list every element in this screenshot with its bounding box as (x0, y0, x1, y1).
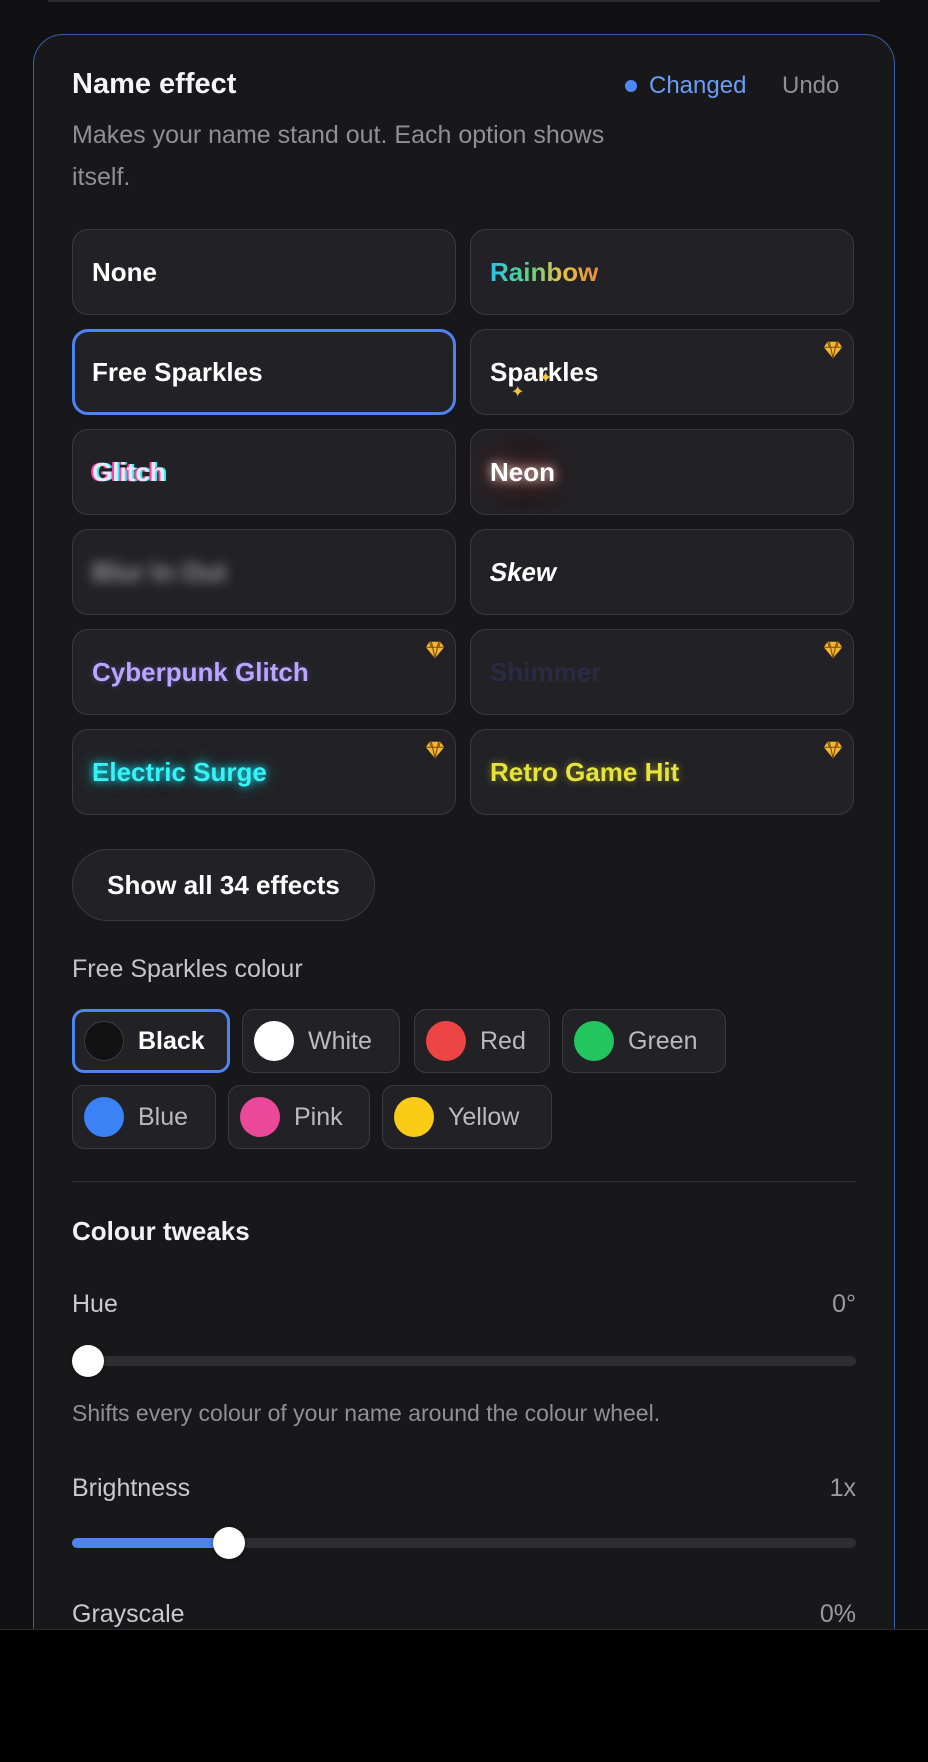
effect-label: Shimmer (490, 656, 602, 687)
effect-option[interactable]: Electric Surge (72, 729, 456, 815)
colour-swatch (84, 1097, 124, 1137)
effect-label: Neon (490, 456, 555, 487)
gem-icon (822, 639, 844, 661)
grayscale-value: 0% (819, 1600, 856, 1628)
gem-icon (822, 739, 844, 761)
colour-chip-label: Yellow (448, 1102, 520, 1131)
changed-label: Changed (649, 72, 747, 99)
effect-option[interactable]: Retro Game Hit (470, 729, 854, 815)
hue-hint: Shifts every colour of your name around … (72, 1400, 661, 1426)
colour-chip-label: White (308, 1026, 372, 1055)
colour-chip-label: Blue (138, 1102, 189, 1131)
brightness-slider[interactable] (72, 1527, 856, 1559)
colour-chip[interactable]: Yellow (382, 1085, 552, 1149)
effect-label: None (92, 256, 157, 287)
effect-label: Skew (487, 556, 560, 587)
viewport: Name effect Makes your name stand out. E… (0, 0, 928, 1630)
brightness-value: 1x (829, 1474, 856, 1502)
hue-value: 0° (832, 1290, 856, 1318)
colour-chip[interactable]: White (242, 1009, 400, 1073)
effect-option[interactable]: Skew (470, 529, 854, 615)
colour-swatch (240, 1097, 280, 1137)
sparkle-icon: ✦ (539, 370, 553, 387)
grayscale-label: Grayscale (72, 1600, 185, 1628)
colour-chip[interactable]: Red (414, 1009, 550, 1073)
section-title: Name effect (72, 68, 237, 100)
effect-label: Rainbow (490, 256, 599, 287)
colour-swatch (426, 1021, 466, 1061)
brightness-slider-fill (72, 1538, 229, 1548)
colour-swatch (254, 1021, 294, 1061)
effect-label: Cyberpunk Glitch (92, 656, 309, 687)
colour-swatch (84, 1021, 124, 1061)
effect-label: Free Sparkles (92, 356, 263, 387)
top-divider (48, 0, 880, 2)
dot-icon (625, 80, 637, 92)
hue-label: Hue (72, 1290, 118, 1318)
section-description: Makes your name stand out. Each option s… (72, 121, 605, 191)
colour-chip-label: Black (138, 1026, 205, 1055)
colour-title: Free Sparkles colour (72, 955, 303, 983)
effect-option[interactable]: Glitch (72, 429, 456, 515)
gem-icon (424, 639, 446, 661)
effect-option[interactable]: Cyberpunk Glitch (72, 629, 456, 715)
effects-grid: None Rainbow Free Sparkles Sparkles ✦ ✦ Glitch… (72, 229, 856, 815)
hue-slider[interactable] (72, 1345, 856, 1377)
changed-status: Changed (625, 72, 746, 100)
brightness-label: Brightness (72, 1474, 191, 1502)
effect-option[interactable]: Free Sparkles (72, 329, 456, 415)
effect-label: Glitch (92, 456, 166, 487)
divider (72, 1181, 856, 1182)
colour-chip-label: Green (628, 1026, 698, 1055)
brightness-slider-thumb[interactable] (212, 1527, 245, 1559)
effect-label: Blur In Out (92, 556, 227, 587)
effect-label: Retro Game Hit (490, 756, 680, 787)
colour-chip[interactable]: Blue (72, 1085, 216, 1149)
hue-slider-thumb[interactable] (72, 1345, 104, 1377)
colour-tweaks-title: Colour tweaks (72, 1216, 250, 1246)
effect-option[interactable]: Shimmer (470, 629, 854, 715)
effect-option[interactable]: Rainbow (470, 229, 854, 315)
effect-option[interactable]: Blur In Out (72, 529, 456, 615)
show-all-effects-button[interactable]: Show all 34 effects (72, 849, 375, 921)
colour-chip[interactable]: Pink (228, 1085, 370, 1149)
colour-chip-label: Red (480, 1026, 526, 1055)
colour-swatch (394, 1097, 434, 1137)
undo-button[interactable]: Undo (782, 72, 839, 100)
colour-swatch (574, 1021, 614, 1061)
gem-icon (822, 339, 844, 361)
colour-chip[interactable]: Green (562, 1009, 726, 1073)
gem-icon (424, 739, 446, 761)
effect-option[interactable]: Sparkles ✦ ✦ (470, 329, 854, 415)
effect-option[interactable]: None (72, 229, 456, 315)
colour-chip[interactable]: Black (72, 1009, 230, 1073)
effect-label: Electric Surge (92, 756, 267, 787)
colour-chip-label: Pink (294, 1102, 343, 1131)
effect-option[interactable]: Neon (470, 429, 854, 515)
sparkle-icon: ✦ (511, 384, 525, 401)
